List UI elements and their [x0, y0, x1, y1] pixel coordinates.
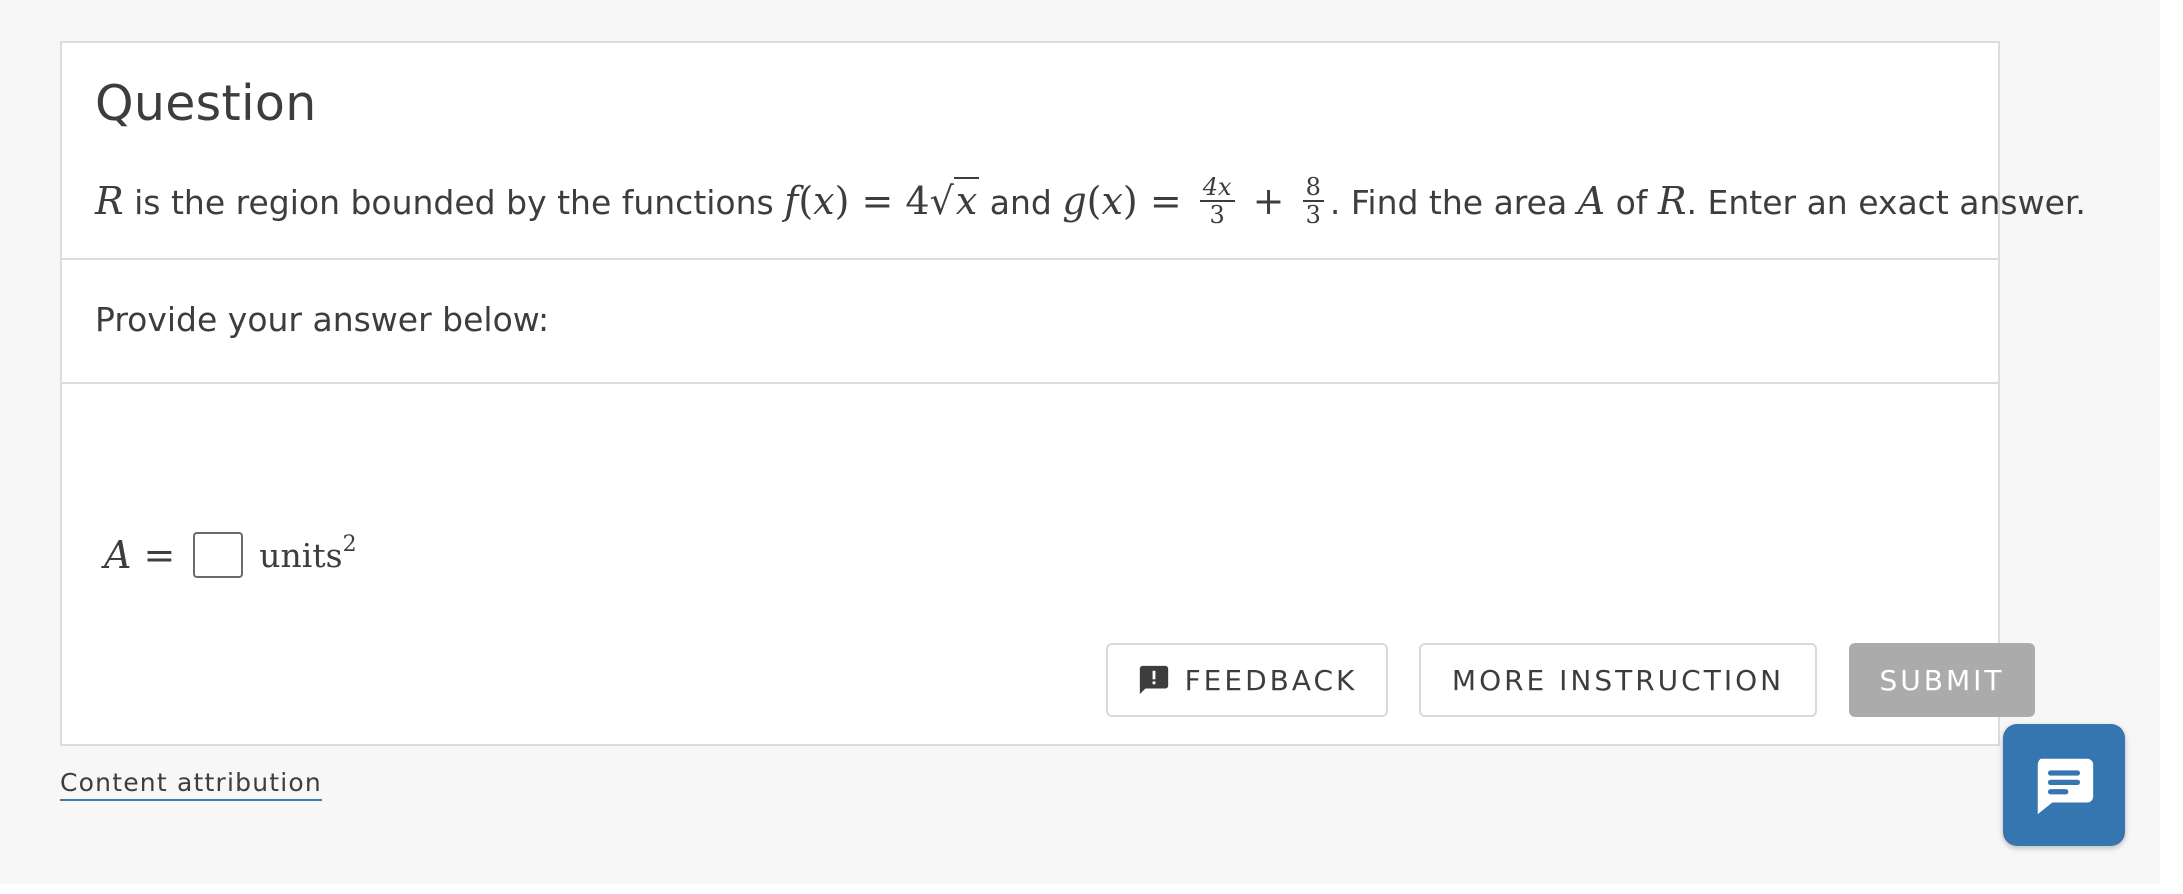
question-text-part: . Find the area — [1329, 183, 1578, 222]
question-text-part: is the region bounded by the functions — [123, 183, 785, 222]
question-text-part: . Enter an exact answer. — [1686, 183, 2086, 222]
answer-variable: A — [104, 533, 132, 577]
math-g-arg: (x) — [1086, 179, 1138, 223]
answer-equals: = — [143, 533, 176, 577]
math-g-name: g — [1062, 179, 1087, 223]
answer-units: units2 — [259, 532, 356, 575]
feedback-button-label: FEEDBACK — [1184, 663, 1358, 697]
fraction-denominator: 3 — [1305, 200, 1321, 229]
provide-answer-section: Provide your answer below: — [62, 260, 1998, 384]
feedback-icon — [1139, 665, 1168, 695]
content-attribution-link[interactable]: Content attribution — [60, 768, 322, 801]
answer-row: A = units2 — [104, 525, 357, 585]
question-card: Question R is the region bounded by the … — [60, 41, 2086, 746]
math-var-a: A — [1577, 179, 1606, 223]
question-heading: Question — [95, 75, 317, 132]
units-label: units — [259, 535, 343, 575]
fraction-4x-over-3: 4x 3 — [1199, 174, 1235, 229]
more-instruction-button[interactable]: MORE INSTRUCTION — [1419, 643, 1817, 717]
question-section: Question R is the region bounded by the … — [62, 43, 2086, 260]
feedback-button[interactable]: FEEDBACK — [1106, 643, 1388, 717]
fraction-numerator: 8 — [1302, 174, 1324, 202]
submit-button[interactable]: SUBMIT — [1849, 643, 2035, 717]
question-text-part: and — [979, 183, 1063, 222]
fraction-numerator: 4x — [1199, 174, 1235, 202]
sqrt-radicand: x — [953, 177, 980, 223]
math-f-eq: = 4 — [849, 179, 930, 223]
math-var-r: R — [1657, 179, 1687, 223]
chat-button[interactable] — [2003, 724, 2125, 846]
chat-icon — [2037, 758, 2094, 815]
math-f-arg: (x) — [798, 179, 850, 223]
fraction-denominator: 3 — [1209, 200, 1225, 229]
fraction-8-over-3: 83 — [1302, 174, 1324, 229]
math-var-r: R — [95, 179, 124, 223]
answer-input[interactable] — [193, 532, 244, 578]
units-exponent: 2 — [342, 531, 357, 557]
question-text-part: of — [1605, 183, 1658, 222]
math-f-name: f — [784, 179, 799, 223]
sqrt-expression: √x — [929, 177, 980, 223]
question-text: R is the region bounded by the functions… — [95, 171, 2086, 251]
more-instruction-button-label: MORE INSTRUCTION — [1451, 663, 1785, 697]
submit-button-label: SUBMIT — [1879, 663, 2005, 697]
provide-answer-label: Provide your answer below: — [95, 300, 550, 339]
math-plus: + — [1240, 179, 1297, 223]
math-g-eq: = — [1137, 179, 1194, 223]
